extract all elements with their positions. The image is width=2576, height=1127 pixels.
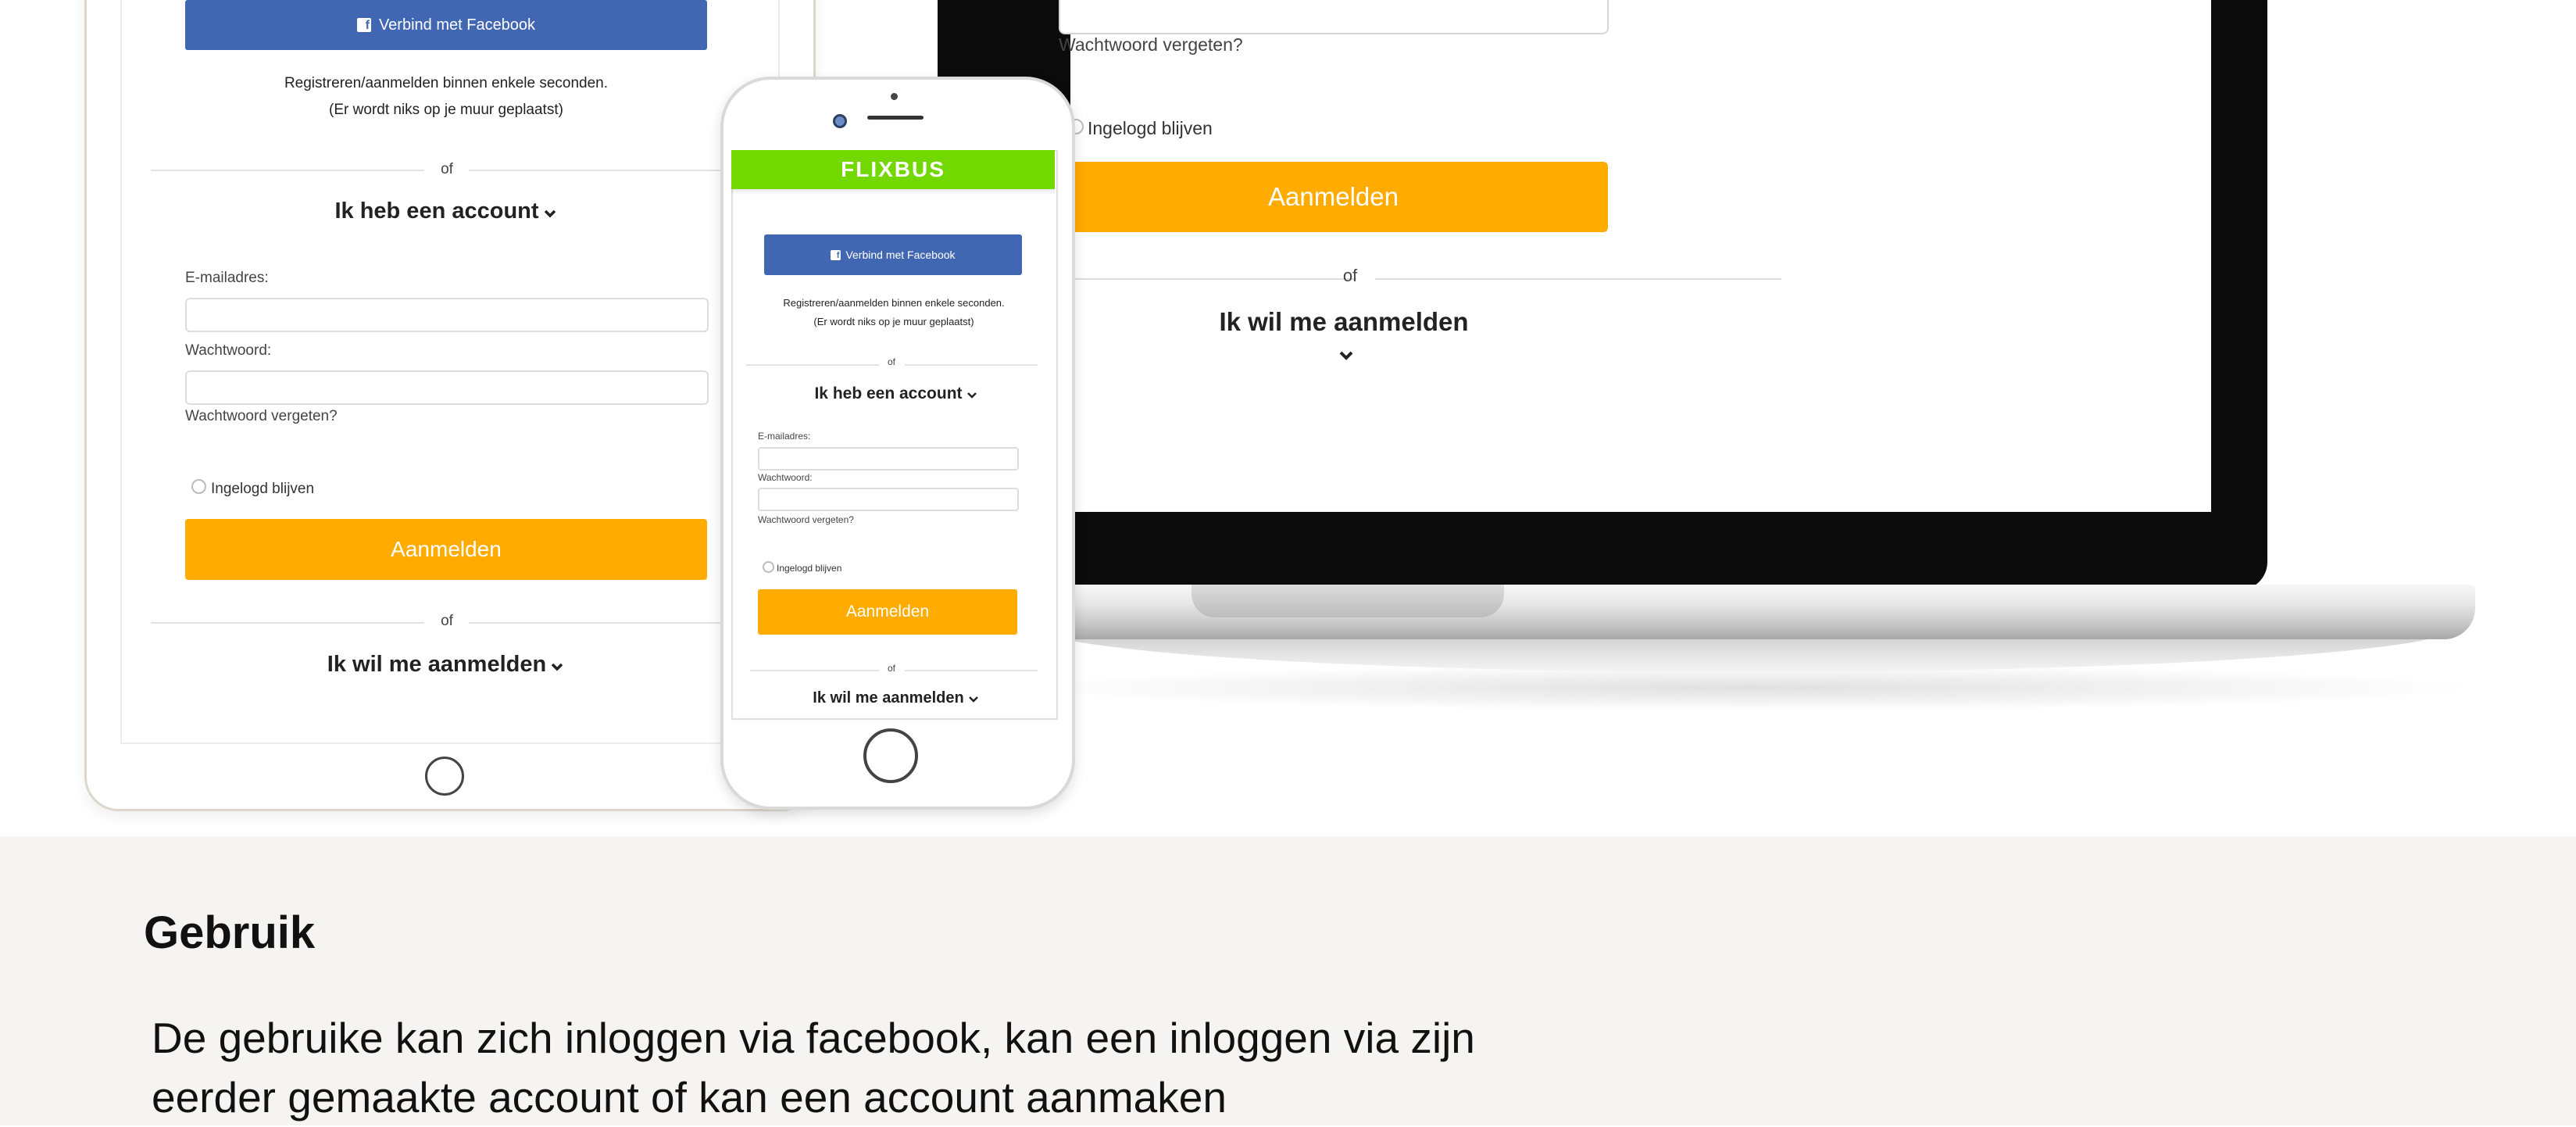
phone-register-info: Registreren/aanmelden binnen enkele seco…	[783, 297, 1005, 309]
section-title: Gebruik	[144, 907, 316, 958]
laptop-remember-me-label: Ingelogd blijven	[1088, 118, 1213, 138]
laptop-divider-left	[1075, 278, 1356, 280]
tablet-password-label: Wachtwoord:	[185, 342, 272, 359]
laptop-divider-or: of	[1342, 266, 1358, 285]
laptop-divider-right	[1375, 278, 1781, 280]
chevron-down-icon	[966, 392, 977, 399]
phone-account-toggle-label: Ik heb een account	[814, 385, 963, 402]
laptop-hinge-notch	[1192, 585, 1504, 617]
laptop-screen-bottom-bezel	[1070, 512, 2211, 574]
laptop-signup-toggle-label: Ik wil me aanmelden	[1219, 307, 1469, 336]
phone-divider-right	[905, 364, 1038, 366]
section-body-line: eerder gemaakte account of kan een accou…	[152, 1073, 1227, 1122]
phone-divider-left	[746, 364, 879, 366]
chevron-down-icon	[1339, 351, 1353, 360]
laptop-forgot-password-link[interactable]: Wachtwoord vergeten?	[1059, 34, 1243, 55]
phone-facebook-button[interactable]: f Verbind met Facebook	[764, 234, 1022, 275]
tablet-home-button-icon	[425, 757, 464, 796]
phone-header-shadow	[731, 189, 1055, 195]
device-mockup-hero: Wachtwoord vergeten? Ingelogd blijven Aa…	[0, 0, 2576, 836]
phone-remember-me-label: Ingelogd blijven	[777, 563, 842, 574]
phone-divider2-left	[750, 670, 879, 671]
tablet-email-label: E-mailadres:	[185, 270, 269, 286]
phone-email-field[interactable]	[758, 447, 1019, 470]
tablet-password-field[interactable]	[185, 370, 709, 405]
phone-account-toggle[interactable]: Ik heb een account	[797, 385, 994, 403]
tablet-divider-left	[151, 170, 424, 171]
phone-signup-toggle-label: Ik wil me aanmelden	[813, 689, 964, 707]
phone-signup-toggle[interactable]: Ik wil me aanmelden	[797, 689, 994, 707]
phone-speaker	[867, 116, 924, 120]
chevron-down-icon	[551, 663, 563, 671]
laptop-password-input[interactable]	[1059, 0, 1609, 34]
tablet-divider2-right	[469, 622, 727, 624]
phone-sensor	[891, 93, 898, 100]
tablet-register-note: (Er wordt niks op je muur geplaatst)	[329, 102, 563, 118]
phone-divider2-right	[905, 670, 1038, 671]
tablet-remember-me-checkbox[interactable]	[191, 479, 206, 494]
phone-remember-me-checkbox[interactable]	[763, 561, 774, 573]
tablet-account-toggle[interactable]: Ik heb een account	[297, 199, 594, 224]
tablet-email-field[interactable]	[185, 298, 709, 332]
phone-register-note: (Er wordt niks op je muur geplaatst)	[813, 316, 974, 327]
phone-divider2-or: of	[887, 663, 895, 674]
tablet-forgot-password-link[interactable]: Wachtwoord vergeten?	[185, 408, 338, 425]
tablet-divider-or: of	[441, 161, 453, 177]
tablet-signup-toggle-label: Ik wil me aanmelden	[327, 652, 547, 677]
phone-email-label: E-mailadres:	[758, 431, 811, 442]
tablet-divider2-or: of	[441, 613, 453, 629]
section-body: De gebruike kan zich inloggen via facebo…	[152, 1008, 1636, 1127]
phone-password-field[interactable]	[758, 488, 1019, 511]
tablet-account-toggle-label: Ik heb een account	[334, 199, 539, 224]
phone-flixbus-header: FLIXBUS	[731, 150, 1055, 189]
tablet-login-button[interactable]: Aanmelden	[185, 519, 707, 580]
tablet-divider2-left	[151, 622, 424, 624]
laptop-screen	[1070, 0, 2211, 512]
phone-forgot-password-link[interactable]: Wachtwoord vergeten?	[758, 514, 854, 525]
phone-camera-icon	[833, 114, 847, 128]
phone-home-button-icon	[863, 728, 918, 783]
laptop-login-button[interactable]: Aanmelden	[1059, 162, 1608, 232]
tablet-signup-toggle[interactable]: Ik wil me aanmelden	[297, 652, 594, 678]
tablet-facebook-button-label: Verbind met Facebook	[378, 16, 536, 34]
phone-password-label: Wachtwoord:	[758, 472, 813, 483]
phone-divider-or: of	[887, 356, 895, 367]
chevron-down-icon	[544, 209, 556, 218]
tablet-facebook-button[interactable]: f Verbind met Facebook	[185, 0, 707, 50]
phone-login-button[interactable]: Aanmelden	[758, 589, 1017, 635]
laptop-signup-toggle[interactable]: Ik wil me aanmelden	[1219, 307, 1469, 367]
tablet-register-info: Registreren/aanmelden binnen enkele seco…	[284, 75, 609, 91]
section-body-line: De gebruike kan zich inloggen via facebo…	[152, 1014, 1475, 1062]
tablet-divider-right	[469, 170, 727, 171]
tablet-remember-me-label: Ingelogd blijven	[211, 481, 315, 497]
facebook-icon: f	[356, 18, 371, 32]
phone-facebook-button-label: Verbind met Facebook	[845, 249, 956, 261]
facebook-icon: f	[831, 249, 841, 260]
chevron-down-icon	[968, 696, 978, 703]
